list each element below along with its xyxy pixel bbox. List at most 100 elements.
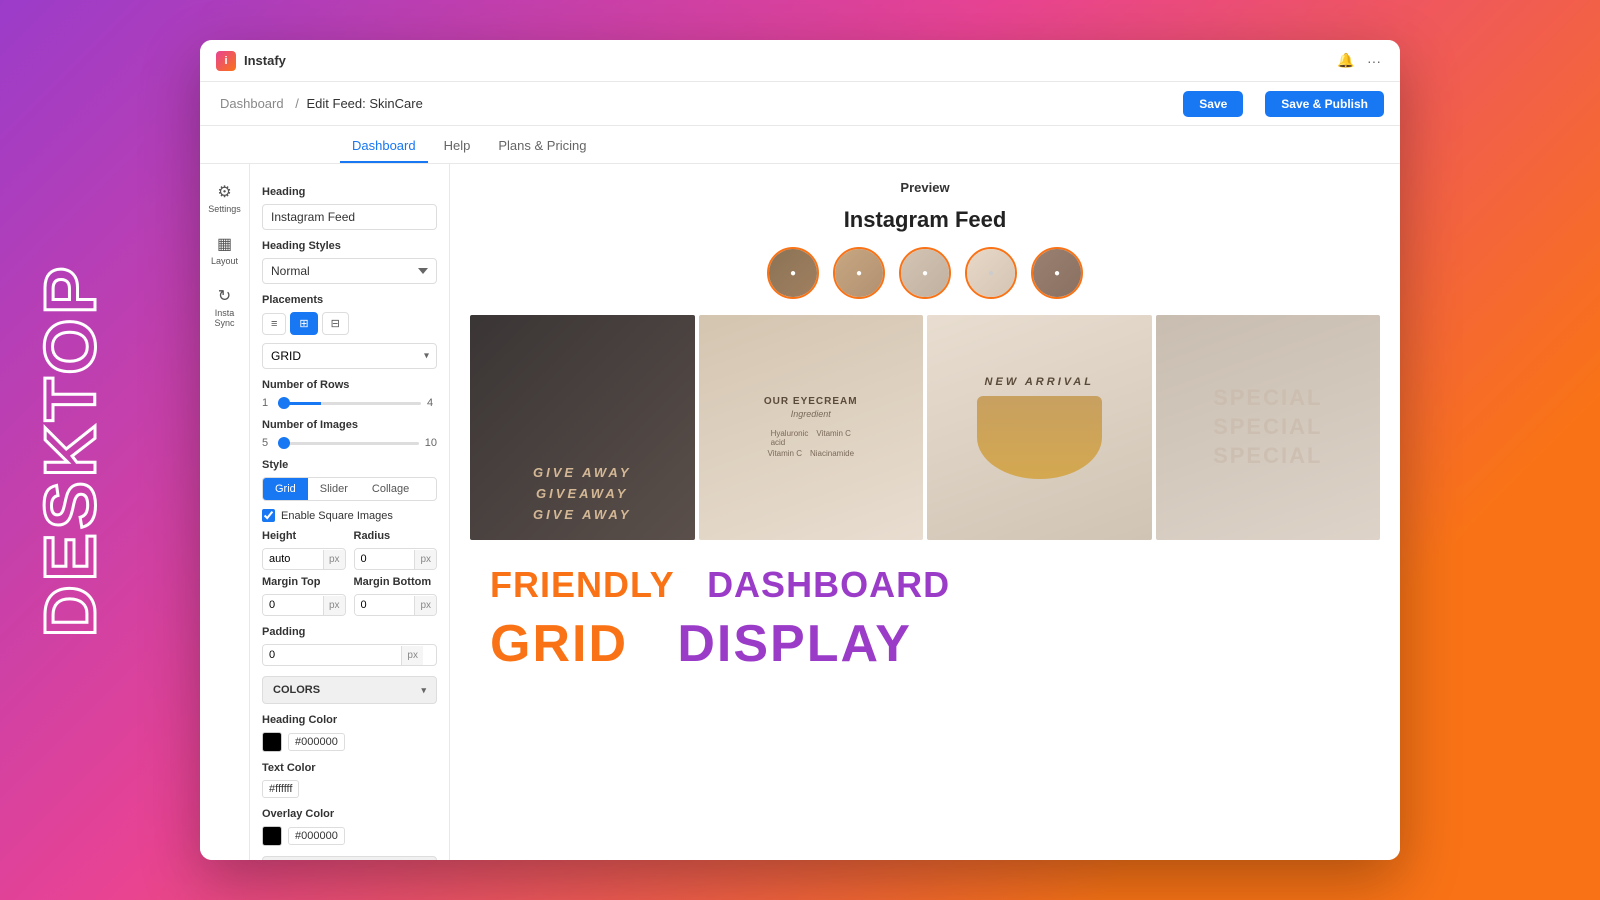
heading-styles-select[interactable]: Normal <box>262 258 437 284</box>
colors-section-label: COLORS <box>273 684 320 696</box>
overlay-color-title: Overlay Color <box>262 808 437 820</box>
story-5[interactable]: ● <box>1031 247 1083 299</box>
grid-cell-4: SPECIALSPECIALSPECIAL <box>1156 315 1381 540</box>
stories-section-btn[interactable]: STORIES ▾ <box>262 856 437 860</box>
notification-icon[interactable]: 🔔 <box>1336 51 1356 71</box>
word-dashboard: DASHBOARD <box>707 564 950 605</box>
story-1[interactable]: ● <box>767 247 819 299</box>
style-collage-btn[interactable]: Collage <box>360 478 421 500</box>
images-slider[interactable] <box>278 442 419 445</box>
heading-styles-title: Heading Styles <box>262 240 437 252</box>
radius-input-wrap: px <box>354 548 438 570</box>
margin-top-input[interactable] <box>263 595 323 615</box>
story-3[interactable]: ● <box>899 247 951 299</box>
layout-icon: ▦ <box>217 234 232 254</box>
heading-color-title: Heading Color <box>262 714 437 726</box>
feed-title: Instagram Feed <box>470 207 1380 233</box>
tab-plans[interactable]: Plans & Pricing <box>486 132 598 163</box>
preview-title: Preview <box>470 180 1380 195</box>
story-2[interactable]: ● <box>833 247 885 299</box>
colors-section-btn[interactable]: COLORS ▾ <box>262 676 437 704</box>
placement-grid-btn[interactable]: ⊞ <box>290 312 317 335</box>
left-panel: Heading Heading Styles Normal Placements… <box>250 164 450 860</box>
sidebar-item-settings[interactable]: ⚙ Settings <box>204 176 246 220</box>
grid-type-select[interactable]: GRID <box>262 343 437 369</box>
layout-label: Layout <box>211 256 238 266</box>
overlay-color-value: #000000 <box>288 827 345 845</box>
enable-square-row: Enable Square Images <box>262 509 437 522</box>
grid-cell-3: NEW ARRIVAL <box>927 315 1152 540</box>
heading-input[interactable] <box>262 204 437 230</box>
height-unit: px <box>323 550 345 569</box>
text-color-row: #ffffff <box>262 780 437 798</box>
grid-cell-2: OUR EYECREAM Ingredient Hyaluronicacid V… <box>699 315 924 540</box>
heading-color-swatch[interactable] <box>262 732 282 752</box>
placements-row: ≡ ⊞ ⊟ <box>262 312 437 335</box>
sidebar-item-layout[interactable]: ▦ Layout <box>204 228 246 272</box>
padding-unit: px <box>401 646 423 665</box>
style-slider-btn[interactable]: Slider <box>308 478 360 500</box>
breadcrumb-root[interactable]: Dashboard <box>220 96 284 111</box>
word-grid: GRID <box>490 615 628 673</box>
placement-list-btn[interactable]: ≡ <box>262 313 286 335</box>
giveaway-image: GIVE AWAYGIVEAWAYGIVE AWAY <box>470 315 695 540</box>
padding-input[interactable] <box>263 645 401 665</box>
enable-square-checkbox[interactable] <box>262 509 275 522</box>
overlay-color-swatch[interactable] <box>262 826 282 846</box>
grid-type-wrap: GRID <box>262 343 437 369</box>
settings-icon: ⚙ <box>217 182 231 202</box>
arrival-image: NEW ARRIVAL <box>927 315 1152 540</box>
sync-icon: ↻ <box>218 286 231 306</box>
padding-title: Padding <box>262 626 437 638</box>
special-image: SPECIALSPECIALSPECIAL <box>1156 315 1381 540</box>
rows-min: 1 <box>262 397 272 409</box>
rows-slider[interactable] <box>278 402 421 405</box>
radius-title: Radius <box>354 530 438 542</box>
margin-bottom-input[interactable] <box>355 595 415 615</box>
rows-title: Number of Rows <box>262 379 437 391</box>
eyecream-sub: Ingredient <box>791 409 831 419</box>
more-icon[interactable]: ··· <box>1364 51 1384 71</box>
promo-line2: GRID DISPLAY <box>490 614 1360 674</box>
style-grid-btn[interactable]: Grid <box>263 478 308 500</box>
stories-row: ● ● ● ● ● <box>470 247 1380 299</box>
promo-line1: FRIENDLY DASHBOARD <box>490 564 1360 606</box>
style-toggle: Grid Slider Collage <box>262 477 437 501</box>
ingredient-1: Hyaluronicacid <box>771 429 809 447</box>
tab-dashboard[interactable]: Dashboard <box>340 132 428 163</box>
sidebar-item-sync[interactable]: ↻ Insta Sync <box>204 280 246 334</box>
heading-color-row: #000000 <box>262 732 437 752</box>
sync-label: Insta Sync <box>208 308 242 328</box>
margin-top-title: Margin Top <box>262 576 346 588</box>
images-title: Number of Images <box>262 419 437 431</box>
placement-scroll-btn[interactable]: ⊟ <box>322 312 349 335</box>
heading-color-value: #000000 <box>288 733 345 751</box>
preview-area: Preview Instagram Feed ● ● ● ● ● <box>450 164 1400 860</box>
arrival-text: NEW ARRIVAL <box>985 376 1094 388</box>
breadcrumb-current: Edit Feed: SkinCare <box>306 96 422 111</box>
tab-bar: Dashboard Help Plans & Pricing <box>200 126 1400 164</box>
rows-slider-row: 1 4 <box>262 397 437 409</box>
margin-bottom-title: Margin Bottom <box>354 576 438 588</box>
enable-square-label: Enable Square Images <box>281 510 393 522</box>
save-button[interactable]: Save <box>1183 91 1243 117</box>
heading-section-title: Heading <box>262 186 437 198</box>
main-content: ⚙ Settings ▦ Layout ↻ Insta Sync Heading… <box>200 164 1400 860</box>
settings-label: Settings <box>208 204 241 214</box>
eyecream-image: OUR EYECREAM Ingredient Hyaluronicacid V… <box>699 315 924 540</box>
word-display: DISPLAY <box>677 615 912 673</box>
grid-images: GIVE AWAYGIVEAWAYGIVE AWAY OUR EYECREAM … <box>470 315 1380 540</box>
overlay-color-row: #000000 <box>262 826 437 846</box>
story-4[interactable]: ● <box>965 247 1017 299</box>
grid-cell-1: GIVE AWAYGIVEAWAYGIVE AWAY <box>470 315 695 540</box>
height-input[interactable] <box>263 549 323 569</box>
margin-row: Margin Top px Margin Bottom px <box>262 576 437 616</box>
margin-bottom-col: Margin Bottom px <box>354 576 438 616</box>
breadcrumb-separator: / <box>295 96 299 111</box>
tab-help[interactable]: Help <box>432 132 483 163</box>
height-radius-row: Height px Radius px <box>262 530 437 570</box>
app-window: i Instafy 🔔 ··· Dashboard / Edit Feed: S… <box>200 40 1400 860</box>
radius-input[interactable] <box>355 549 415 569</box>
save-publish-button[interactable]: Save & Publish <box>1265 91 1384 117</box>
height-col: Height px <box>262 530 346 570</box>
